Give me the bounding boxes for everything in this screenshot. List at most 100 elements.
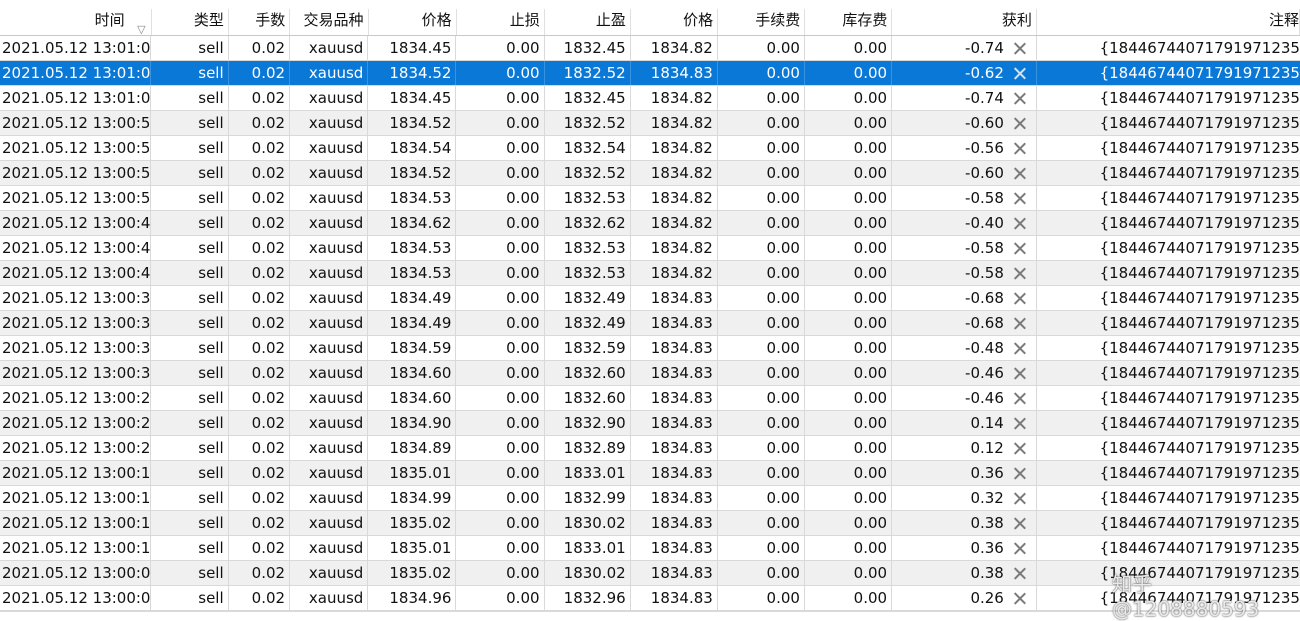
cell-lots: 0.02 [229, 411, 291, 435]
table-header: 时间 ▽ 类型 手数 交易品种 价格 止损 止盈 价格 手续费 库存费 获利 注释 [0, 0, 1300, 36]
header-comment[interactable]: 注释 [1037, 9, 1300, 35]
cell-take-profit: 1832.52 [545, 61, 631, 85]
cell-stop-loss: 0.00 [456, 161, 545, 185]
table-row[interactable]: 2021.05.12 13:00:39 sell 0.02 xauusd 1834.49… [0, 286, 1300, 311]
table-row[interactable]: 2021.05.12 13:01:02 sell 0.02 xauusd 1834.45… [0, 86, 1300, 111]
table-row[interactable]: 2021.05.12 13:00:53 sell 0.02 xauusd 1834.52… [0, 161, 1300, 186]
header-lots[interactable]: 手数 [229, 9, 291, 35]
cell-swap: 0.00 [805, 461, 893, 485]
table-row[interactable]: 2021.05.12 13:00:33 sell 0.02 xauusd 1834.59… [0, 336, 1300, 361]
table-row[interactable]: 2021.05.12 13:00:47 sell 0.02 xauusd 1834.62… [0, 211, 1300, 236]
close-order-icon[interactable] [1013, 517, 1026, 530]
table-row[interactable]: 2021.05.12 13:00:27 sell 0.02 xauusd 1834.60… [0, 386, 1300, 411]
cell-swap: 0.00 [805, 136, 893, 160]
header-take-profit[interactable]: 止盈 [545, 9, 631, 35]
cell-commission: 0.00 [718, 236, 805, 260]
cell-stop-loss: 0.00 [456, 486, 545, 510]
cell-open-price: 1834.45 [368, 36, 457, 60]
cell-time: 2021.05.12 13:00:27 [0, 386, 152, 410]
table-row[interactable]: 2021.05.12 13:00:19 sell 0.02 xauusd 1835.01… [0, 461, 1300, 486]
close-order-icon[interactable] [1013, 92, 1026, 105]
header-time[interactable]: 时间 ▽ [0, 9, 152, 35]
cell-comment: {18446744071791971235 [1099, 439, 1300, 457]
cell-time: 2021.05.12 13:00:41 [0, 261, 152, 285]
table-row[interactable]: 2021.05.12 13:00:44 sell 0.02 xauusd 1834.53… [0, 236, 1300, 261]
header-commission[interactable]: 手续费 [718, 9, 806, 35]
close-order-icon[interactable] [1013, 292, 1026, 305]
table-body: 2021.05.12 13:01:07 sell 0.02 xauusd 1834.45… [0, 36, 1300, 611]
close-order-icon[interactable] [1013, 592, 1026, 605]
close-order-icon[interactable] [1013, 367, 1026, 380]
close-order-icon[interactable] [1013, 442, 1026, 455]
profit-value: -0.58 [965, 189, 1004, 207]
header-symbol[interactable]: 交易品种 [290, 9, 369, 35]
cell-time: 2021.05.12 13:00:30 [0, 361, 152, 385]
cell-stop-loss: 0.00 [456, 86, 545, 110]
cell-comment: {18446744071791971235 [1099, 264, 1300, 282]
profit-value: 0.38 [970, 514, 1004, 532]
header-stop-loss[interactable]: 止损 [457, 9, 545, 35]
profit-value: -0.48 [965, 339, 1004, 357]
table-row[interactable]: 2021.05.12 13:00:11 sell 0.02 xauusd 1835.01… [0, 536, 1300, 561]
close-order-icon[interactable] [1013, 117, 1026, 130]
cell-type: sell [151, 86, 229, 110]
header-swap[interactable]: 库存费 [805, 9, 893, 35]
close-order-icon[interactable] [1013, 142, 1026, 155]
cell-time: 2021.05.12 13:00:53 [0, 161, 152, 185]
header-price[interactable]: 价格 [369, 9, 457, 35]
close-order-icon[interactable] [1013, 342, 1026, 355]
close-order-icon[interactable] [1013, 542, 1026, 555]
cell-type: sell [151, 386, 229, 410]
cell-symbol: xauusd [290, 536, 369, 560]
table-row[interactable]: 2021.05.12 13:00:41 sell 0.02 xauusd 1834.53… [0, 261, 1300, 286]
cell-stop-loss: 0.00 [456, 386, 545, 410]
table-row[interactable]: 2021.05.12 13:01:07 sell 0.02 xauusd 1834.45… [0, 36, 1300, 61]
cell-open-price: 1834.96 [368, 586, 457, 610]
table-row[interactable]: 2021.05.12 13:00:05 sell 0.02 xauusd 1834.96… [0, 586, 1300, 611]
header-current-price[interactable]: 价格 [631, 9, 719, 35]
cell-profit: -0.40 [892, 211, 1037, 235]
table-row[interactable]: 2021.05.12 13:00:30 sell 0.02 xauusd 1834.60… [0, 361, 1300, 386]
table-row[interactable]: 2021.05.12 13:00:50 sell 0.02 xauusd 1834.53… [0, 186, 1300, 211]
cell-time: 2021.05.12 13:00:05 [0, 586, 152, 610]
close-order-icon[interactable] [1013, 392, 1026, 405]
header-profit[interactable]: 获利 [892, 9, 1037, 35]
cell-open-price: 1834.90 [368, 411, 457, 435]
cell-profit: -0.58 [892, 236, 1037, 260]
table-row[interactable]: 2021.05.12 13:00:21 sell 0.02 xauusd 1834.89… [0, 436, 1300, 461]
table-row[interactable]: 2021.05.12 13:01:04 sell 0.02 xauusd 1834.52… [0, 61, 1300, 86]
header-type[interactable]: 类型 [152, 9, 229, 35]
cell-take-profit: 1830.02 [545, 561, 631, 585]
table-row[interactable]: 2021.05.12 13:00:56 sell 0.02 xauusd 1834.54… [0, 136, 1300, 161]
cell-take-profit: 1832.59 [545, 336, 631, 360]
close-order-icon[interactable] [1013, 417, 1026, 430]
table-row[interactable]: 2021.05.12 13:00:08 sell 0.02 xauusd 1835.02… [0, 561, 1300, 586]
cell-swap: 0.00 [805, 36, 893, 60]
table-row[interactable]: 2021.05.12 13:00:16 sell 0.02 xauusd 1834.99… [0, 486, 1300, 511]
cell-open-price: 1835.01 [368, 461, 457, 485]
close-order-icon[interactable] [1013, 42, 1026, 55]
profit-value: -0.46 [965, 389, 1004, 407]
close-order-icon[interactable] [1013, 67, 1026, 80]
close-order-icon[interactable] [1013, 567, 1026, 580]
close-order-icon[interactable] [1013, 317, 1026, 330]
cell-take-profit: 1833.01 [545, 461, 631, 485]
close-order-icon[interactable] [1013, 192, 1026, 205]
cell-lots: 0.02 [229, 261, 291, 285]
cell-type: sell [151, 136, 229, 160]
close-order-icon[interactable] [1013, 217, 1026, 230]
table-row[interactable]: 2021.05.12 13:00:13 sell 0.02 xauusd 1835.02… [0, 511, 1300, 536]
close-order-icon[interactable] [1013, 467, 1026, 480]
cell-lots: 0.02 [229, 86, 291, 110]
table-row[interactable]: 2021.05.12 13:00:24 sell 0.02 xauusd 1834.90… [0, 411, 1300, 436]
cell-commission: 0.00 [718, 561, 805, 585]
close-order-icon[interactable] [1013, 492, 1026, 505]
close-order-icon[interactable] [1013, 267, 1026, 280]
table-row[interactable]: 2021.05.12 13:00:59 sell 0.02 xauusd 1834.52… [0, 111, 1300, 136]
table-row[interactable]: 2021.05.12 13:00:36 sell 0.02 xauusd 1834.49… [0, 311, 1300, 336]
cell-current-price: 1834.82 [631, 111, 718, 135]
cell-time: 2021.05.12 13:00:13 [0, 511, 152, 535]
close-order-icon[interactable] [1013, 167, 1026, 180]
close-order-icon[interactable] [1013, 242, 1026, 255]
cell-current-price: 1834.83 [631, 536, 718, 560]
